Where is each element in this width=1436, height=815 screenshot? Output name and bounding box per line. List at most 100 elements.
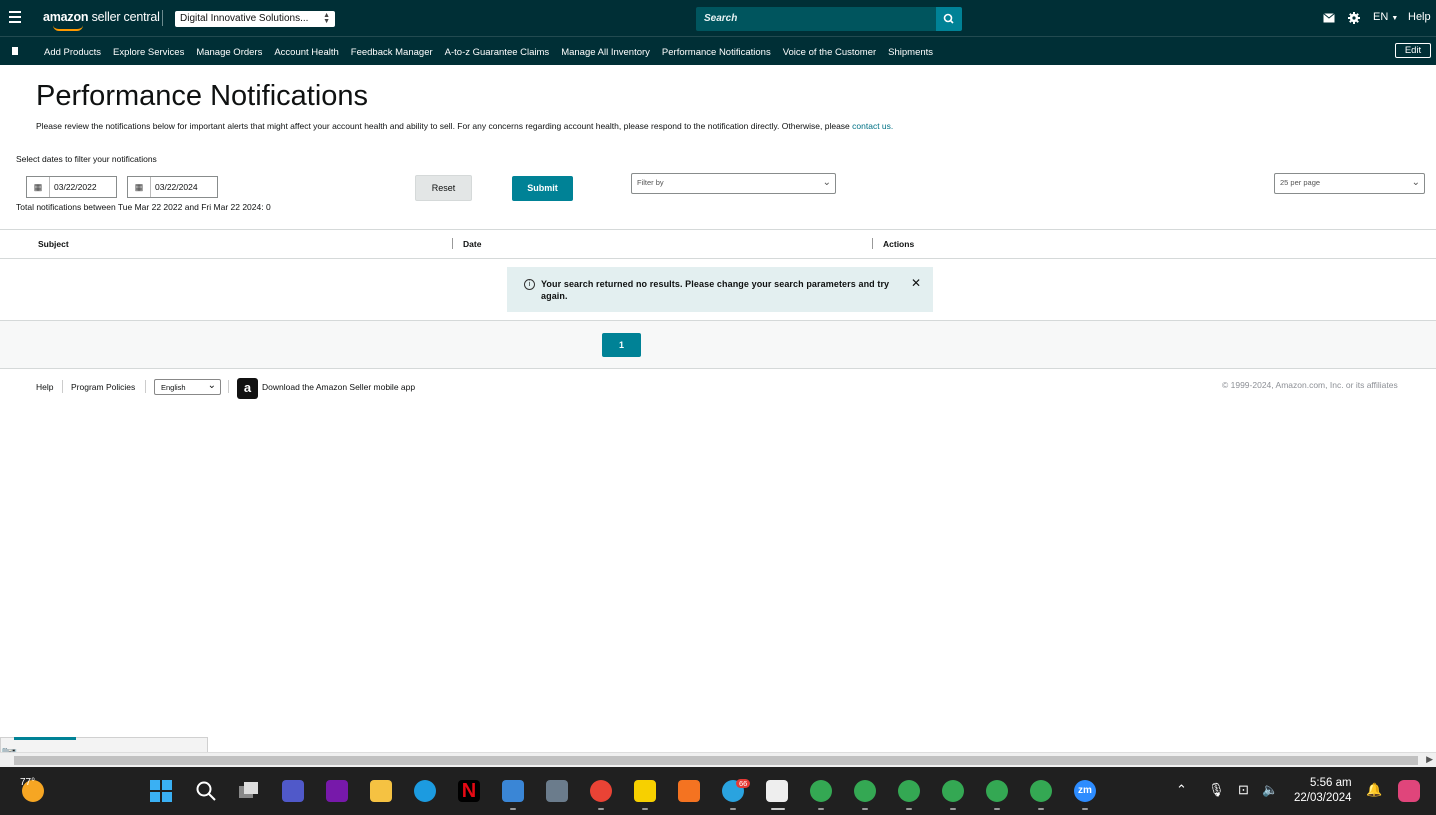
snipping-tool-icon[interactable]: [766, 780, 788, 802]
panel-accent: [14, 737, 76, 740]
search-input[interactable]: Search: [696, 7, 936, 31]
mobile-app-link[interactable]: Download the Amazon Seller mobile app: [262, 382, 415, 392]
microphone-icon[interactable]: 🎙: [1208, 782, 1225, 798]
calculator-icon[interactable]: [546, 780, 568, 802]
running-indicator: [950, 808, 956, 810]
network-icon[interactable]: ⊡: [1238, 782, 1249, 798]
info-icon: i: [524, 279, 535, 290]
filter-by-select[interactable]: Filter by ⌄: [631, 173, 836, 194]
column-date[interactable]: Date: [463, 239, 481, 249]
filter-placeholder: Filter by: [637, 178, 664, 187]
bookmark-icon[interactable]: [12, 47, 18, 55]
per-page-select[interactable]: 25 per page ⌄: [1274, 173, 1425, 194]
logo-text-bold: amazon: [43, 10, 89, 24]
alert-message: Your search returned no results. Please …: [541, 279, 890, 301]
contact-us-link[interactable]: contact us.: [852, 121, 893, 131]
program-policies-link[interactable]: Program Policies: [71, 382, 135, 392]
copilot-icon[interactable]: [1398, 780, 1420, 802]
nav-item-account-health[interactable]: Account Health: [274, 47, 338, 58]
footer-language-select[interactable]: English ⌄: [154, 379, 221, 395]
amazon-app-icon[interactable]: a: [237, 378, 258, 399]
running-indicator: [642, 808, 648, 810]
start-date-field[interactable]: ▦ 03/22/2022: [26, 176, 117, 198]
running-indicator: [598, 808, 604, 810]
nav-item-feedback-manager[interactable]: Feedback Manager: [351, 47, 433, 58]
scroll-right-arrow-icon[interactable]: ▶: [1426, 754, 1433, 765]
search-icon[interactable]: [195, 780, 217, 802]
scrollbar-thumb[interactable]: [14, 756, 1418, 765]
edit-nav-button[interactable]: Edit: [1395, 43, 1431, 58]
chrome-profile-icon[interactable]: [1030, 780, 1052, 802]
search-button[interactable]: [936, 7, 962, 31]
chrome-profile-icon[interactable]: [898, 780, 920, 802]
nav-bar: Add Products Explore Services Manage Order…: [0, 36, 1436, 65]
active-indicator: [771, 808, 785, 810]
windows-start-icon[interactable]: [150, 780, 172, 802]
running-indicator: [906, 808, 912, 810]
mail-icon[interactable]: [1323, 13, 1335, 23]
chrome-profile-icon[interactable]: [986, 780, 1008, 802]
task-view-icon[interactable]: [238, 780, 260, 802]
gear-icon[interactable]: [1348, 12, 1360, 24]
column-actions: Actions: [883, 239, 915, 249]
edge-icon[interactable]: [414, 780, 436, 802]
chevron-up-icon[interactable]: ⌃: [1176, 782, 1187, 798]
chrome-profile-icon[interactable]: [810, 780, 832, 802]
horizontal-scrollbar[interactable]: ▶: [0, 752, 1436, 767]
seller-central-logo[interactable]: amazon seller central: [43, 10, 160, 31]
nav-item-performance-notifications[interactable]: Performance Notifications: [662, 47, 771, 58]
column-subject[interactable]: Subject: [38, 239, 69, 249]
chevron-down-icon: ⌄: [1411, 177, 1420, 188]
ringcentral-icon[interactable]: [678, 780, 700, 802]
footer-language-value: English: [161, 383, 186, 392]
running-indicator: [862, 808, 868, 810]
onenote-icon[interactable]: [326, 780, 348, 802]
end-date-field[interactable]: ▦ 03/22/2024: [127, 176, 218, 198]
system-clock[interactable]: 5:56 am 22/03/2024: [1294, 776, 1352, 806]
notifications-icon[interactable]: 🔔: [1366, 782, 1382, 798]
nav-item-add-products[interactable]: Add Products: [44, 47, 101, 58]
page-description: Please review the notifications below fo…: [36, 121, 893, 131]
chrome-profile-icon[interactable]: [942, 780, 964, 802]
zoom-icon[interactable]: zm: [1074, 780, 1096, 802]
running-indicator: [1038, 808, 1044, 810]
file-explorer-icon[interactable]: [370, 780, 392, 802]
column-divider: [452, 238, 453, 249]
calendar-icon: ▦: [27, 177, 50, 197]
sticky-notes-icon[interactable]: [634, 780, 656, 802]
footer-divider: [228, 380, 229, 393]
per-page-value: 25 per page: [1280, 178, 1321, 187]
table-header: Subject Date Actions: [0, 229, 1436, 259]
chrome-icon[interactable]: [590, 780, 612, 802]
chevron-down-icon: ⌄: [207, 380, 216, 391]
notepad-icon[interactable]: [502, 780, 524, 802]
volume-icon[interactable]: 🔈: [1262, 782, 1278, 798]
account-selector[interactable]: Digital Innovative Solutions... ▲ ▼: [175, 11, 335, 27]
chrome-profile-icon[interactable]: [854, 780, 876, 802]
page-button-1[interactable]: 1: [602, 333, 641, 357]
footer-help-link[interactable]: Help: [36, 382, 53, 392]
nav-item-voice-of-customer[interactable]: Voice of the Customer: [783, 47, 876, 58]
divider: [162, 10, 163, 26]
clock-time: 5:56 am: [1310, 777, 1352, 789]
help-link[interactable]: Help: [1408, 11, 1431, 23]
clock-date: 22/03/2024: [1294, 792, 1352, 804]
close-icon[interactable]: ✕: [911, 276, 921, 290]
reset-button[interactable]: Reset: [415, 175, 472, 201]
nav-item-a-to-z-claims[interactable]: A-to-z Guarantee Claims: [445, 47, 550, 58]
telegram-badge: 66: [736, 779, 751, 788]
nav-item-explore-services[interactable]: Explore Services: [113, 47, 184, 58]
teams-icon[interactable]: [282, 780, 304, 802]
nav-item-manage-orders[interactable]: Manage Orders: [196, 47, 262, 58]
account-selector-label: Digital Innovative Solutions...: [180, 13, 309, 24]
chevron-down-icon: ⌄: [822, 177, 831, 188]
nav-item-manage-inventory[interactable]: Manage All Inventory: [561, 47, 650, 58]
nav-item-shipments[interactable]: Shipments: [888, 47, 933, 58]
windows-taskbar: 77° N 66 zm ⌃ 🎙 ⊡ 🔈 5:56 am 22/03/2024 🔔: [0, 767, 1436, 815]
menu-icon[interactable]: [9, 11, 21, 25]
pagination-bar: [0, 321, 1436, 369]
language-selector[interactable]: EN ▼: [1373, 11, 1398, 23]
submit-button[interactable]: Submit: [512, 176, 573, 201]
netflix-icon[interactable]: N: [458, 780, 480, 802]
weather-temp: 77°: [20, 777, 36, 788]
